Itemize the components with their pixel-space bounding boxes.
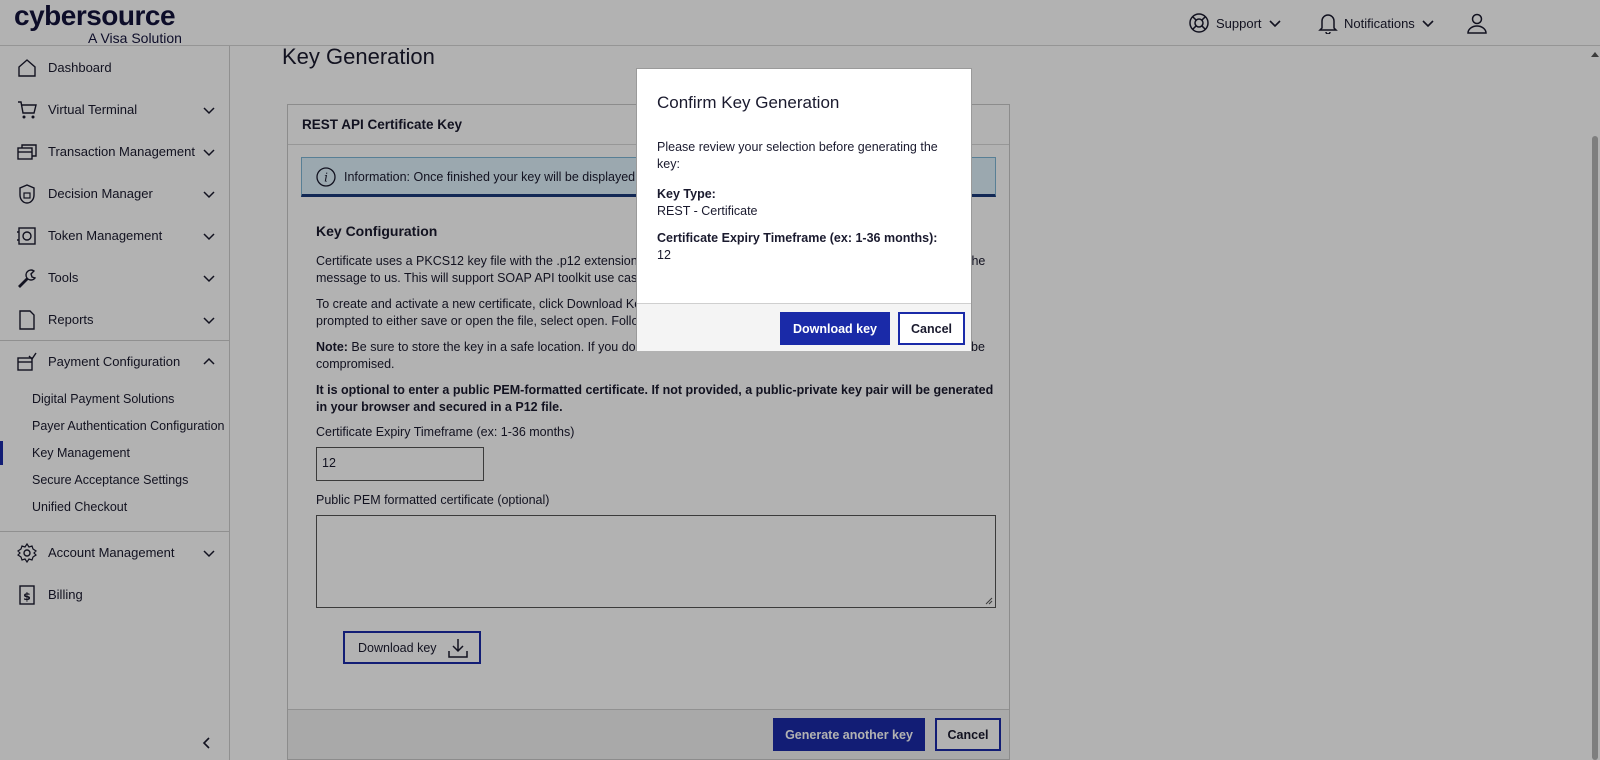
modal-footer: Download key Cancel [637, 303, 971, 351]
modal-expiry-value: 12 [657, 248, 671, 262]
key-type-label: Key Type: [657, 187, 716, 201]
modal-body-text: Please review your selection before gene… [657, 140, 938, 171]
key-type-value: REST - Certificate [657, 204, 758, 218]
confirm-key-generation-dialog: Confirm Key Generation Please review you… [636, 68, 972, 351]
modal-title: Confirm Key Generation [657, 93, 840, 112]
modal-expiry-label: Certificate Expiry Timeframe (ex: 1-36 m… [657, 231, 938, 245]
modal-download-key-button[interactable]: Download key [780, 312, 890, 345]
modal-cancel-button[interactable]: Cancel [898, 312, 965, 345]
